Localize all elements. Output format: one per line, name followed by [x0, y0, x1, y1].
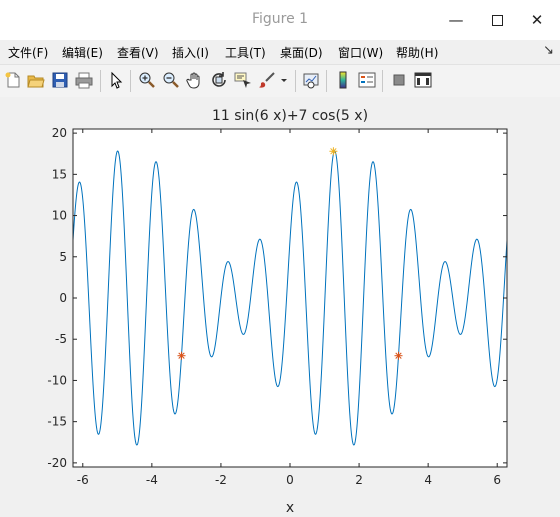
menubar-dock-close-icon[interactable]: ↘ — [543, 43, 554, 58]
toolbar-separator — [295, 70, 296, 92]
zoom-in-icon[interactable] — [138, 71, 156, 89]
toolbar-separator — [130, 70, 131, 92]
y-tick-label: -10 — [47, 373, 67, 387]
window-titlebar: Figure 1 — ✕ — [0, 0, 560, 40]
y-tick-label: -15 — [47, 415, 67, 429]
minimize-button[interactable]: — — [433, 0, 479, 40]
data-cursor-icon[interactable] — [234, 71, 252, 89]
new-figure-icon[interactable] — [4, 71, 22, 89]
axes-background[interactable] — [73, 129, 507, 467]
x-tick-label: -4 — [146, 473, 158, 487]
link-plot-icon[interactable] — [302, 71, 320, 89]
toolbar-separator — [326, 70, 327, 92]
menu-desktop[interactable]: 桌面(D) — [280, 44, 323, 61]
zoom-out-icon[interactable] — [162, 71, 180, 89]
save-icon[interactable] — [51, 71, 69, 89]
figure-toolbar — [0, 64, 560, 98]
close-icon: ✕ — [530, 11, 544, 29]
print-icon[interactable] — [75, 71, 93, 89]
x-tick-label: -2 — [215, 473, 227, 487]
x-axis-label: x — [286, 500, 294, 516]
menu-bar: 文件(F) 编辑(E) 查看(V) 插入(I) 工具(T) 桌面(D) 窗口(W… — [0, 40, 560, 64]
hide-plot-tools-icon[interactable] — [390, 71, 408, 89]
minimize-icon: — — [448, 11, 464, 29]
y-tick-label: -20 — [47, 456, 67, 470]
menu-file[interactable]: 文件(F) — [8, 44, 48, 61]
brush-icon[interactable] — [258, 71, 276, 89]
open-file-icon[interactable] — [27, 71, 45, 89]
pointer-icon[interactable] — [107, 71, 125, 89]
x-tick-label: -6 — [77, 473, 89, 487]
colorbar-icon[interactable] — [334, 71, 352, 89]
plot-svg: 11 sin(6 x)+7 cos(5 x) -6 -4 -2 0 2 4 6-20-15-… — [47, 108, 508, 516]
rotate-3d-icon[interactable] — [210, 71, 228, 89]
y-tick-label: 15 — [52, 167, 67, 181]
y-tick-label: -5 — [55, 332, 67, 346]
chart-title: 11 sin(6 x)+7 cos(5 x) — [212, 108, 368, 124]
figure-canvas: 11 sin(6 x)+7 cos(5 x) -6 -4 -2 0 2 4 6 -20 -15-… — [0, 97, 560, 517]
dropdown-arrow-icon[interactable] — [279, 71, 289, 89]
data-marker-0 — [177, 351, 186, 360]
menu-edit[interactable]: 编辑(E) — [62, 44, 103, 61]
menu-window[interactable]: 窗口(W) — [338, 44, 383, 61]
menu-view[interactable]: 查看(V) — [117, 44, 159, 61]
x-tick-label: 6 — [493, 473, 501, 487]
y-tick-label: 10 — [52, 209, 67, 223]
x-tick-label: 4 — [424, 473, 432, 487]
menu-help[interactable]: 帮助(H) — [396, 44, 438, 61]
data-marker-1 — [394, 351, 403, 360]
menu-tools[interactable]: 工具(T) — [225, 44, 266, 61]
close-button[interactable]: ✕ — [514, 0, 560, 40]
toolbar-separator — [100, 70, 101, 92]
menu-insert[interactable]: 插入(I) — [172, 44, 209, 61]
legend-icon[interactable] — [358, 71, 376, 89]
pan-hand-icon[interactable] — [186, 71, 204, 89]
show-plot-tools-icon[interactable] — [414, 71, 432, 89]
toolbar-separator — [382, 70, 383, 92]
y-tick-label: 0 — [59, 291, 67, 305]
y-tick-label: 20 — [52, 126, 67, 140]
x-tick-label: 0 — [286, 473, 294, 487]
y-tick-label: 5 — [59, 250, 67, 264]
x-tick-label: 2 — [355, 473, 363, 487]
maximize-icon — [491, 14, 503, 26]
